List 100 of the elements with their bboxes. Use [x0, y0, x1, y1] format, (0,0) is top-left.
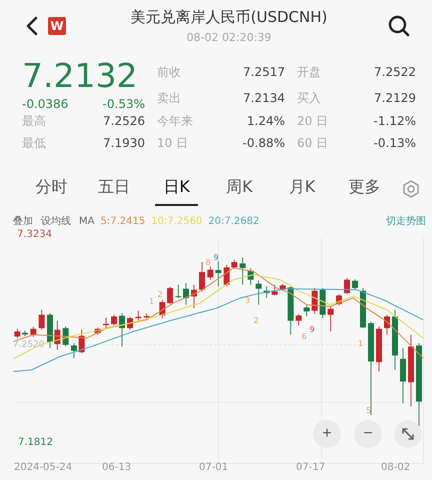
- candle: [94, 327, 101, 336]
- candle: [376, 326, 382, 372]
- period-tab[interactable]: 更多: [343, 172, 386, 206]
- chart-marker: 9: [310, 324, 315, 335]
- candle: [352, 278, 358, 290]
- chart-marker: 3: [245, 296, 250, 306]
- chart-marker: 9: [214, 253, 219, 263]
- stat-value: 7.2134: [242, 91, 285, 105]
- period-tab[interactable]: 周K: [218, 172, 261, 206]
- date-label: 08-02: [381, 462, 410, 473]
- stat-value: 7.2517: [242, 65, 285, 79]
- candle: [304, 304, 310, 317]
- date-label: 07-17: [296, 462, 326, 473]
- date-label: 06-13: [102, 462, 132, 473]
- period-tab[interactable]: 日K: [155, 172, 198, 206]
- candle: [111, 314, 117, 326]
- current-price: 7.2132: [22, 57, 138, 95]
- period-tab[interactable]: 分时: [30, 172, 73, 206]
- candle: [78, 329, 85, 354]
- overlay-button[interactable]: 叠加: [13, 214, 33, 228]
- candle: [135, 310, 142, 322]
- chart-marker: 6: [302, 332, 307, 342]
- settings-icon[interactable]: [402, 180, 420, 198]
- stat-label: 10 日: [157, 134, 190, 152]
- candle: [264, 286, 270, 298]
- percent-change: -0.53%: [102, 97, 145, 111]
- stat-value: 7.2129: [373, 91, 416, 105]
- page-title: 美元兑离岸人民币(USDCNH): [130, 8, 328, 27]
- candle: [320, 288, 326, 319]
- app-logo: W: [48, 17, 66, 35]
- candle: [175, 284, 182, 298]
- stat-label: 今年来: [157, 112, 194, 130]
- search-icon[interactable]: [388, 15, 410, 37]
- stat-label: 卖出: [157, 90, 182, 106]
- chart-marker: 5: [366, 406, 372, 416]
- candle: [400, 348, 406, 404]
- low-price-label: 7.1812: [18, 437, 53, 448]
- candle: [30, 326, 36, 338]
- candle: [240, 256, 246, 286]
- candle: [248, 268, 254, 286]
- candle: [296, 314, 302, 326]
- set-ma-button[interactable]: 设均线: [41, 214, 71, 228]
- stat-label: 最低: [22, 134, 47, 152]
- candle: [312, 288, 318, 315]
- candle: [127, 316, 133, 330]
- stat-label: 20 日: [297, 112, 330, 130]
- candle: [191, 284, 197, 309]
- ma-value: 20:7.2682: [208, 216, 260, 226]
- candle: [38, 309, 45, 330]
- candle: [256, 280, 262, 306]
- zoom-out-button[interactable]: −: [354, 420, 382, 448]
- ma-label: MA: [79, 216, 94, 226]
- period-tab[interactable]: 五日: [92, 172, 136, 206]
- stat-value: 1.24%: [246, 114, 285, 128]
- chart-marker: 1: [358, 339, 364, 349]
- ma-value: 10:7.2560: [151, 216, 202, 226]
- high-price-label: 7.3234: [17, 229, 52, 240]
- expand-icon[interactable]: [394, 420, 422, 448]
- candle: [199, 262, 205, 292]
- candle: [119, 312, 125, 347]
- chart-marker: 2: [254, 316, 259, 326]
- candle: [207, 266, 214, 280]
- candle: [328, 306, 334, 332]
- ma-value: 5:7.2415: [100, 216, 146, 226]
- candle: [183, 282, 189, 306]
- candle: [215, 260, 222, 287]
- stat-label: 开盘: [297, 64, 322, 80]
- candle: [288, 286, 294, 336]
- price-change: -0.0386: [22, 97, 68, 111]
- stat-label: 最高: [22, 112, 47, 130]
- candle: [280, 284, 286, 292]
- candle: [14, 328, 20, 339]
- candle: [159, 299, 166, 319]
- candle: [344, 278, 350, 294]
- chart-marker: 2: [157, 290, 162, 300]
- back-icon[interactable]: [26, 16, 38, 36]
- date-label: 2024-05-24: [14, 462, 72, 473]
- candle: [22, 330, 28, 337]
- stat-value: 7.2522: [373, 65, 416, 79]
- candle: [103, 317, 109, 329]
- zoom-in-button[interactable]: +: [313, 420, 341, 448]
- candle: [144, 313, 150, 320]
- stat-label: 60 日: [297, 134, 330, 152]
- stat-value: 7.2526: [102, 114, 145, 128]
- stat-value: -0.88%: [242, 136, 285, 150]
- candle: [384, 314, 390, 336]
- stat-label: 买入: [297, 90, 322, 106]
- candle: [71, 342, 77, 359]
- chart-marker: 8: [206, 258, 211, 268]
- candle: [272, 284, 278, 296]
- quote-time: 08-02 02:20:39: [186, 31, 272, 44]
- stat-value: -0.13%: [372, 136, 416, 150]
- stat-value: 7.1930: [102, 136, 145, 150]
- candle: [360, 288, 366, 329]
- date-label: 07-01: [199, 462, 228, 473]
- chart-marker: 1: [149, 297, 154, 308]
- candle: [392, 309, 398, 370]
- period-tab[interactable]: 月K: [280, 172, 324, 206]
- candle: [167, 286, 173, 305]
- stat-value: -1.12%: [372, 114, 416, 128]
